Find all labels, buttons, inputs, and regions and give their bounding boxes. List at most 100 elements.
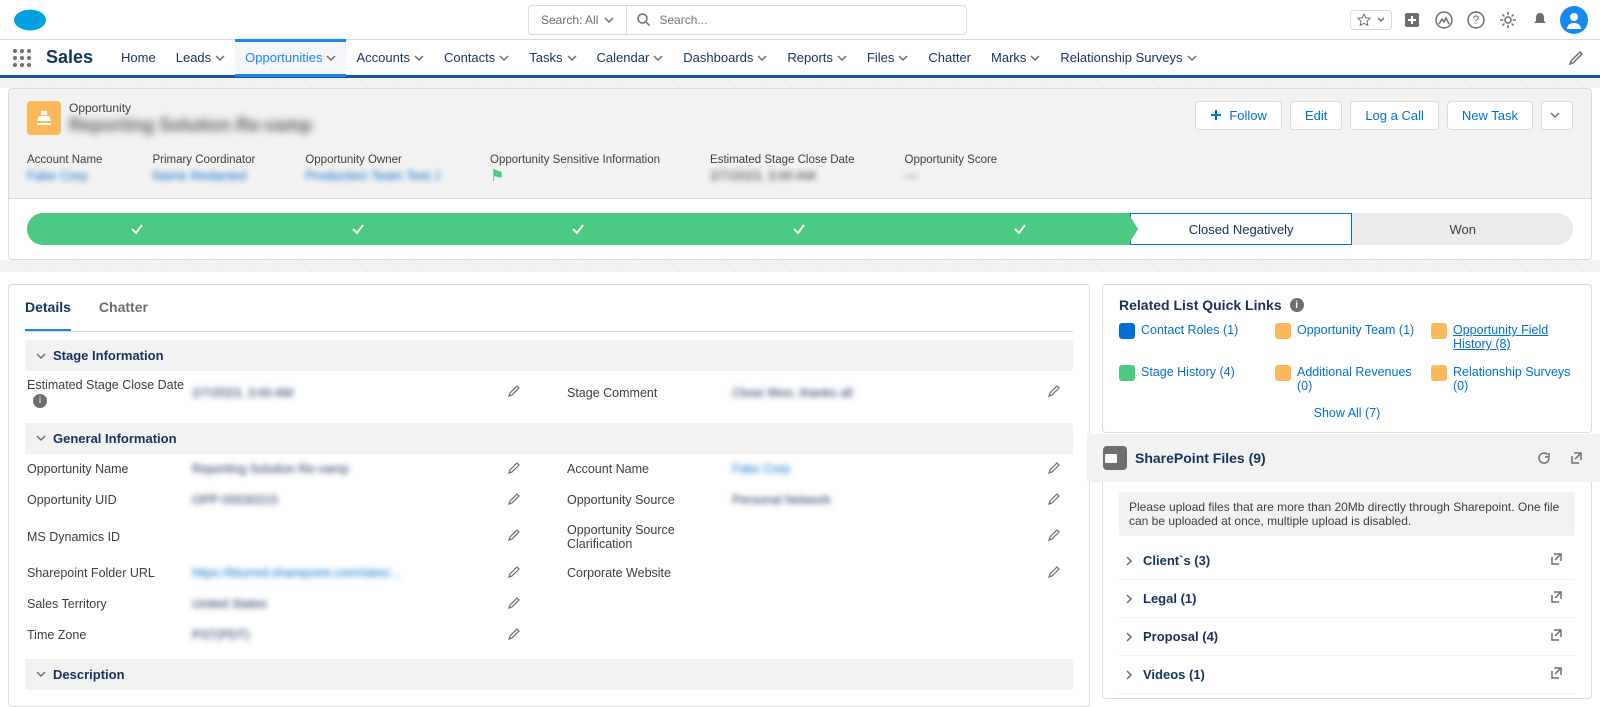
tab-details[interactable]: Details xyxy=(25,285,71,331)
help-icon[interactable]: ? xyxy=(1464,8,1488,32)
nav-home[interactable]: Home xyxy=(111,39,166,77)
field-sharepoint-folder-url: Sharepoint Folder URLhttps://blurred.sha… xyxy=(25,558,533,589)
header-field-opportunity-owner: Opportunity OwnerProduction Team Test J xyxy=(305,154,440,186)
chevron-down-icon xyxy=(215,53,225,63)
show-all-link[interactable]: Show All (7) xyxy=(1314,406,1381,420)
edit-pencil-icon[interactable] xyxy=(507,565,531,582)
nav-marks[interactable]: Marks xyxy=(981,39,1050,77)
chevron-down-icon xyxy=(414,53,424,63)
setup-gear-icon[interactable] xyxy=(1496,8,1520,32)
section-stage-information[interactable]: Stage Information xyxy=(25,340,1073,371)
more-actions-dropdown[interactable] xyxy=(1541,101,1573,130)
path-step-current[interactable]: Closed Negatively xyxy=(1130,213,1353,245)
edit-pencil-icon[interactable] xyxy=(507,461,531,478)
notifications-bell-icon[interactable] xyxy=(1528,8,1552,32)
nav-accounts[interactable]: Accounts xyxy=(346,39,433,77)
quick-link[interactable]: Additional Revenues (0) xyxy=(1275,365,1419,393)
info-icon[interactable]: i xyxy=(1290,298,1304,312)
path-step-complete[interactable] xyxy=(909,213,1130,245)
flag-icon: ⚑ xyxy=(490,166,660,186)
header-field-account-name: Account NameFabx Corp xyxy=(27,154,102,186)
nav-contacts[interactable]: Contacts xyxy=(434,39,519,77)
edit-pencil-icon[interactable] xyxy=(1047,565,1071,582)
check-icon xyxy=(1012,221,1028,237)
search-scope-dropdown[interactable]: Search: All xyxy=(528,5,627,35)
follow-button[interactable]: Follow xyxy=(1195,101,1282,130)
check-icon xyxy=(129,221,145,237)
edit-nav-pencil-icon[interactable] xyxy=(1564,46,1588,70)
favorites-menu[interactable] xyxy=(1350,10,1392,30)
field-opportunity-name: Opportunity NameReporting Solution Re-va… xyxy=(25,454,533,485)
nav-reports[interactable]: Reports xyxy=(777,39,857,77)
chevron-down-icon xyxy=(1030,53,1040,63)
edit-pencil-icon[interactable] xyxy=(507,384,531,401)
nav-chatter[interactable]: Chatter xyxy=(918,39,981,77)
quick-link[interactable]: Opportunity Team (1) xyxy=(1275,323,1419,351)
quick-link[interactable]: Relationship Surveys (0) xyxy=(1431,365,1575,393)
nav-opportunities[interactable]: Opportunities xyxy=(235,39,346,77)
path-step-complete[interactable] xyxy=(27,213,248,245)
quick-link[interactable]: Opportunity Field History (8) xyxy=(1431,323,1575,351)
nav-calendar[interactable]: Calendar xyxy=(587,39,674,77)
nav-files[interactable]: Files xyxy=(857,39,918,77)
chevron-down-icon xyxy=(653,53,663,63)
refresh-icon[interactable] xyxy=(1537,451,1551,465)
chevron-down-icon xyxy=(567,53,577,63)
chevron-right-icon xyxy=(1123,669,1135,681)
external-link-icon[interactable] xyxy=(1549,590,1571,607)
nav-relationship-surveys[interactable]: Relationship Surveys xyxy=(1050,39,1206,77)
star-icon xyxy=(1357,13,1371,27)
path-step-complete[interactable] xyxy=(248,213,469,245)
quick-link[interactable]: Contact Roles (1) xyxy=(1119,323,1263,351)
chevron-down-icon xyxy=(604,15,614,25)
opportunity-object-icon xyxy=(27,101,61,135)
tab-chatter[interactable]: Chatter xyxy=(99,285,148,331)
field-account-name: Account NameFabx Corp xyxy=(565,454,1073,485)
add-icon[interactable] xyxy=(1400,8,1424,32)
sharepoint-upload-note: Please upload files that are more than 2… xyxy=(1119,492,1575,536)
header-field-opportunity-score: Opportunity Score— xyxy=(905,154,998,186)
nav-leads[interactable]: Leads xyxy=(166,39,235,77)
nav-tasks[interactable]: Tasks xyxy=(519,39,586,77)
sp-folder[interactable]: Legal (1) xyxy=(1119,580,1575,618)
nav-dashboards[interactable]: Dashboards xyxy=(673,39,777,77)
edit-button[interactable]: Edit xyxy=(1290,101,1342,130)
external-link-icon[interactable] xyxy=(1549,628,1571,645)
global-search-input[interactable] xyxy=(659,13,956,27)
edit-pencil-icon[interactable] xyxy=(507,528,531,545)
section-general-information[interactable]: General Information xyxy=(25,423,1073,454)
edit-pencil-icon[interactable] xyxy=(507,596,531,613)
log-call-button[interactable]: Log a Call xyxy=(1350,101,1439,130)
chevron-down-icon xyxy=(35,432,47,444)
sp-folder[interactable]: Videos (1) xyxy=(1119,656,1575,694)
search-icon xyxy=(637,13,651,27)
section-description[interactable]: Description xyxy=(25,659,1073,690)
new-task-button[interactable]: New Task xyxy=(1447,101,1533,130)
info-icon[interactable]: i xyxy=(33,394,47,408)
edit-pencil-icon[interactable] xyxy=(1047,528,1071,545)
edit-pencil-icon[interactable] xyxy=(1047,492,1071,509)
chevron-down-icon xyxy=(1550,110,1560,120)
edit-pencil-icon[interactable] xyxy=(507,627,531,644)
trailhead-icon[interactable] xyxy=(1432,8,1456,32)
external-link-icon[interactable] xyxy=(1549,666,1571,683)
path-step-complete[interactable] xyxy=(468,213,689,245)
object-label: Opportunity xyxy=(69,101,312,115)
chevron-right-icon xyxy=(1123,555,1135,567)
chevron-down-icon xyxy=(35,350,47,362)
sp-folder[interactable]: Client`s (3) xyxy=(1119,542,1575,580)
user-avatar[interactable] xyxy=(1560,6,1588,34)
header-field-estimated-stage-close-date: Estimated Stage Close Date2/7/2023, 3:00… xyxy=(710,154,854,186)
external-link-icon[interactable] xyxy=(1549,552,1571,569)
app-launcher-icon[interactable] xyxy=(12,48,32,68)
sp-folder[interactable]: Proposal (4) xyxy=(1119,618,1575,656)
edit-pencil-icon[interactable] xyxy=(1047,461,1071,478)
external-link-icon[interactable] xyxy=(1569,451,1583,465)
edit-pencil-icon[interactable] xyxy=(507,492,531,509)
record-name: Reporting Solution Re-vamp xyxy=(69,115,312,136)
edit-pencil-icon[interactable] xyxy=(1047,384,1071,401)
path-step-complete[interactable] xyxy=(689,213,910,245)
path-step-future[interactable]: Won xyxy=(1352,213,1573,245)
header-field-primary-coordinator: Primary CoordinatorName Redacted xyxy=(152,154,255,186)
quick-link[interactable]: Stage History (4) xyxy=(1119,365,1263,393)
